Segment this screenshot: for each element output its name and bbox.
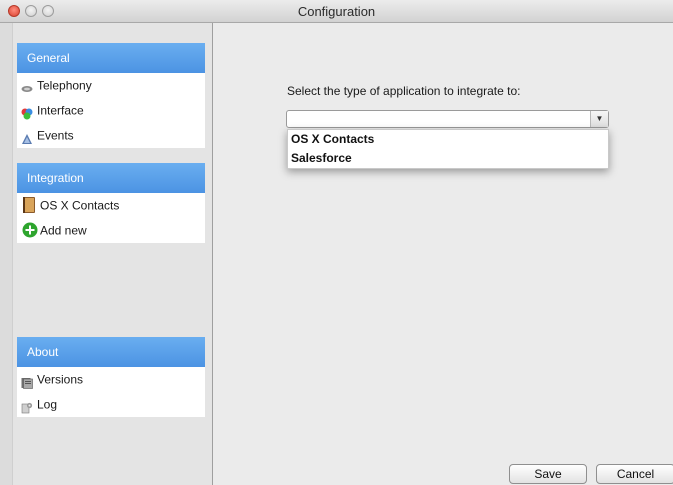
sidebar-item-add-new[interactable]: Add new (17, 218, 205, 243)
versions-icon (21, 373, 33, 389)
log-icon (21, 398, 33, 414)
events-icon (21, 129, 33, 144)
sidebar-item-events[interactable]: Events (17, 123, 205, 148)
sidebar-item-label: Versions (37, 372, 84, 387)
sidebar-item-label: Events (37, 128, 74, 143)
application-type-dropdown: OS X Contacts Salesforce (287, 129, 609, 169)
chevron-down-icon[interactable]: ▼ (590, 111, 608, 127)
save-button[interactable]: Save (509, 464, 587, 484)
integration-prompt: Select the type of application to integr… (287, 84, 521, 98)
interface-icon (21, 104, 33, 120)
sidebar-item-label: Telephony (37, 78, 92, 93)
sidebar-item-os-x-contacts[interactable]: OS X Contacts (17, 193, 205, 218)
sidebar-item-telephony[interactable]: Telephony (17, 73, 205, 98)
address-book-icon (22, 196, 36, 213)
sidebar-header-general: General (17, 43, 205, 73)
application-type-select[interactable]: ▼ (286, 110, 609, 128)
window-title: Configuration (297, 4, 376, 19)
sidebar-item-versions[interactable]: Versions (17, 367, 205, 392)
main-content: Select the type of application to integr… (213, 23, 673, 485)
sidebar-item-label: Add new (40, 223, 87, 238)
add-icon (22, 222, 38, 238)
option-salesforce[interactable]: Salesforce (288, 149, 608, 168)
sidebar-item-log[interactable]: Log (17, 392, 205, 417)
sidebar-edge (0, 23, 13, 485)
sidebar: General Telephony Interface Events Integ… (0, 23, 213, 485)
sidebar-group-general: General Telephony Interface Events (17, 43, 205, 148)
sidebar-item-label: Log (37, 397, 58, 412)
sidebar-header-integration: Integration (17, 163, 205, 193)
cancel-button[interactable]: Cancel (596, 464, 673, 484)
title-bar: Configuration (0, 0, 673, 23)
option-os-x-contacts[interactable]: OS X Contacts (288, 130, 608, 149)
sidebar-group-integration: Integration OS X Contacts Add new (17, 163, 205, 243)
sidebar-group-about: About Versions Log (17, 337, 205, 417)
sidebar-item-label: Interface (37, 103, 84, 118)
sidebar-item-interface[interactable]: Interface (17, 98, 205, 123)
sidebar-header-about: About (17, 337, 205, 367)
telephony-icon (21, 79, 33, 92)
sidebar-item-label: OS X Contacts (40, 198, 120, 213)
